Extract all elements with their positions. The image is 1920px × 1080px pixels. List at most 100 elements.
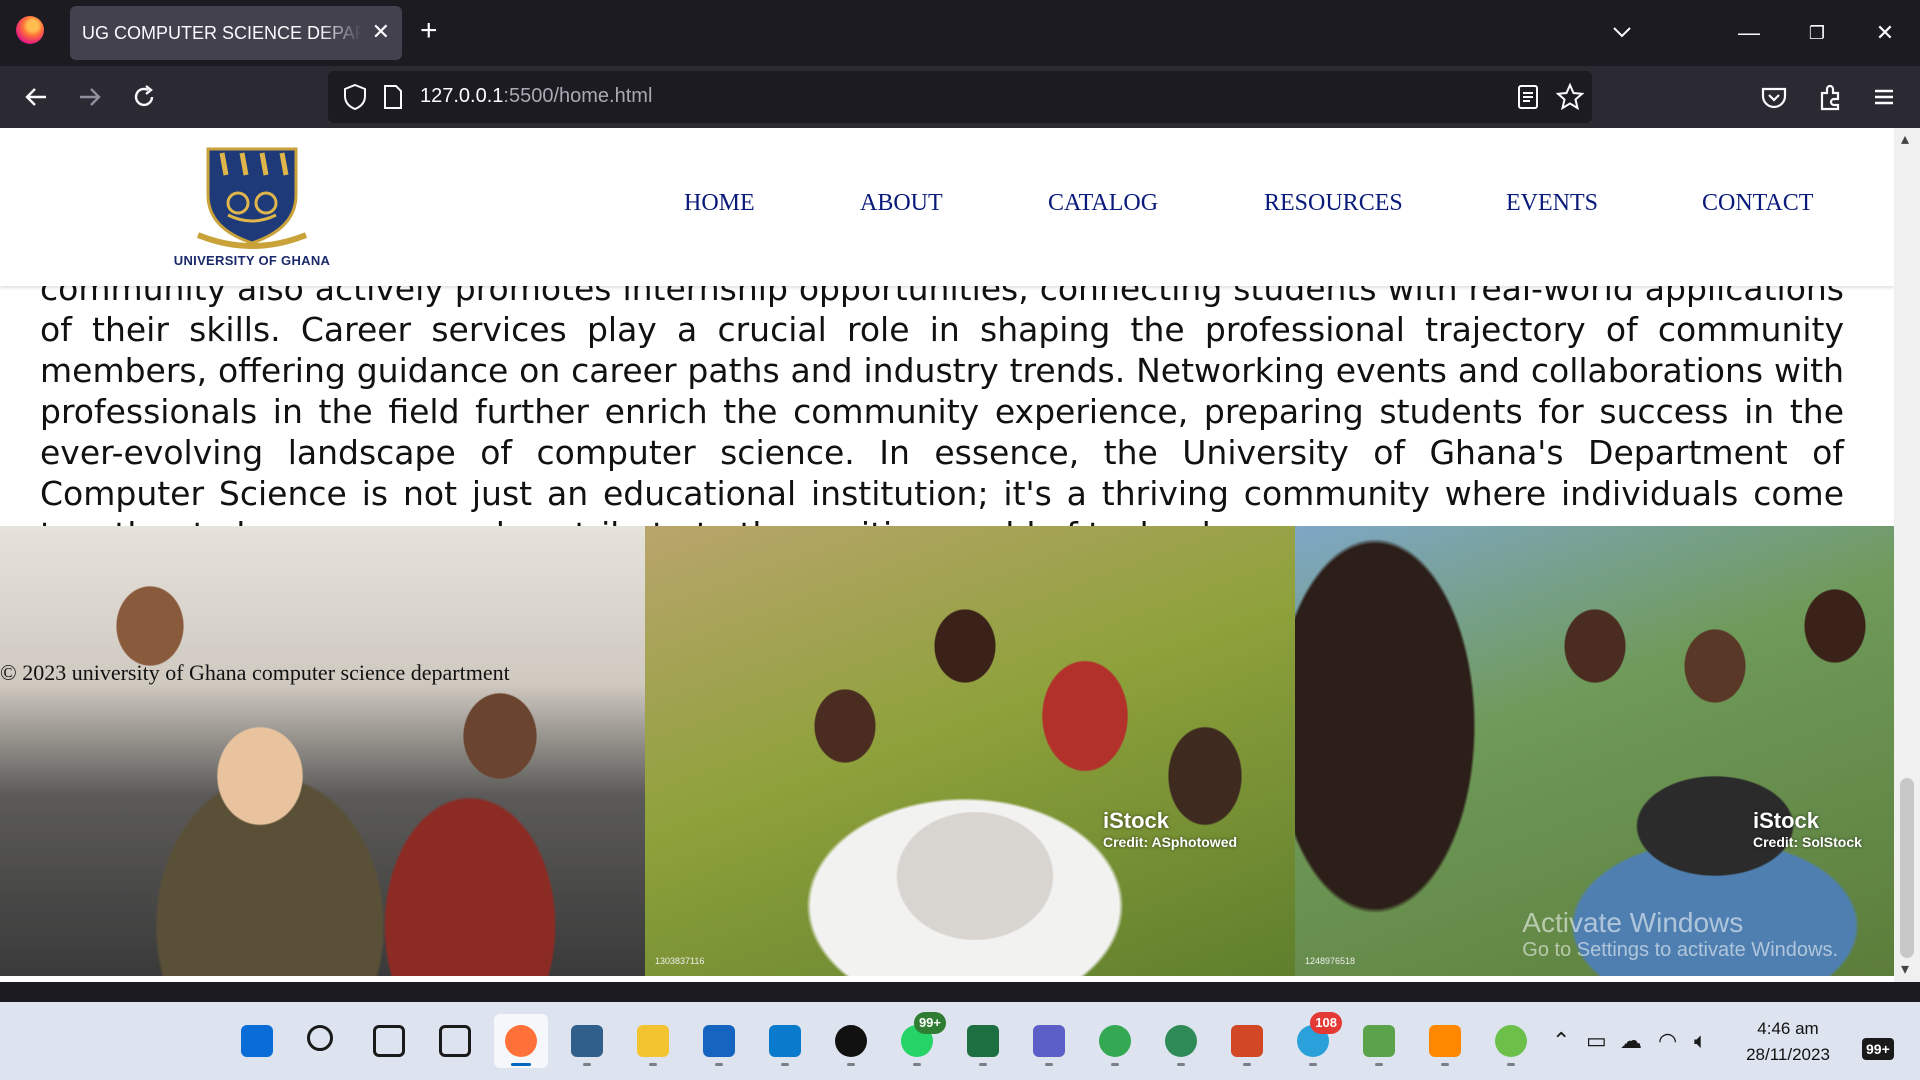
taskbar-notepad-button[interactable] bbox=[1352, 1014, 1406, 1068]
nav-resources[interactable]: RESOURCES bbox=[1264, 190, 1403, 217]
university-crest-icon bbox=[196, 147, 308, 249]
pocket-icon[interactable] bbox=[1758, 81, 1790, 113]
activate-subtitle: Go to Settings to activate Windows. bbox=[1522, 939, 1838, 961]
shield-icon[interactable] bbox=[342, 83, 368, 111]
android-app-icon bbox=[1495, 1025, 1527, 1057]
reload-icon[interactable] bbox=[128, 81, 160, 113]
university-logo[interactable]: UNIVERSITY OF GHANA bbox=[152, 145, 352, 270]
nav-contact[interactable]: CONTACT bbox=[1702, 190, 1813, 217]
taskbar-widgets-button[interactable] bbox=[428, 1014, 482, 1068]
vertical-scroll-thumb[interactable] bbox=[1900, 778, 1914, 958]
forward-arrow-icon[interactable] bbox=[74, 81, 106, 113]
close-window-button[interactable]: ✕ bbox=[1870, 18, 1900, 48]
article-paragraph: community also actively promotes interns… bbox=[40, 269, 1844, 554]
new-tab-button[interactable]: + bbox=[420, 16, 438, 46]
address-bar[interactable]: 127.0.0.1:5500/home.html bbox=[328, 71, 1592, 123]
watermark-brand: iStock bbox=[1103, 808, 1170, 833]
system-clock[interactable]: 4:46 am 28/11/2023 bbox=[1728, 1016, 1848, 1068]
taskbar-whatsapp-button[interactable]: 99+ bbox=[890, 1012, 946, 1068]
taskbar-powerpoint-button[interactable] bbox=[1220, 1014, 1274, 1068]
taskbar-firefox-button[interactable] bbox=[494, 1014, 548, 1068]
hamburger-menu-icon[interactable] bbox=[1868, 81, 1900, 113]
stock-id: 1248976518 bbox=[1305, 956, 1356, 966]
minimize-button[interactable]: — bbox=[1734, 18, 1764, 48]
speaker-icon[interactable]: 🔈︎ bbox=[1694, 1002, 1707, 1080]
logo-caption: UNIVERSITY OF GHANA bbox=[173, 253, 331, 268]
taskbar-store-button[interactable] bbox=[692, 1014, 746, 1068]
cloud-icon[interactable]: ☁ bbox=[1620, 1002, 1642, 1080]
file-explorer-icon bbox=[637, 1025, 669, 1057]
vertical-scrollbar[interactable]: ▴ ▾ bbox=[1894, 128, 1920, 982]
running-indicator bbox=[1243, 1063, 1251, 1066]
url-text[interactable]: 127.0.0.1:5500/home.html bbox=[420, 85, 652, 108]
site-header: UNIVERSITY OF GHANA HOME ABOUT CATALOG R… bbox=[0, 128, 1894, 286]
widgets-icon bbox=[439, 1025, 471, 1057]
browser-tab[interactable]: UG COMPUTER SCIENCE DEPARTMENT ✕ bbox=[70, 6, 402, 60]
taskbar-file-explorer-button[interactable] bbox=[626, 1014, 680, 1068]
watermark-credit: Credit: SolStock bbox=[1753, 834, 1862, 850]
running-indicator bbox=[1309, 1063, 1317, 1066]
activate-windows-watermark: Activate Windows Go to Settings to activ… bbox=[1522, 907, 1838, 962]
running-indicator bbox=[1045, 1063, 1053, 1066]
tab-close-icon[interactable]: ✕ bbox=[372, 19, 390, 45]
running-indicator bbox=[1111, 1063, 1119, 1066]
nav-about[interactable]: ABOUT bbox=[860, 190, 943, 217]
vscode-icon bbox=[769, 1025, 801, 1057]
scroll-down-icon[interactable]: ▾ bbox=[1901, 958, 1909, 982]
taskbar-search-button[interactable] bbox=[296, 1014, 350, 1068]
clock-time: 4:46 am bbox=[1757, 1019, 1819, 1038]
notification-badge: 99+ bbox=[1862, 1038, 1894, 1060]
students-classroom-photo bbox=[0, 526, 645, 976]
url-host: 127.0.0.1 bbox=[420, 85, 504, 107]
chevron-up-icon[interactable]: ⌃ bbox=[1552, 1002, 1570, 1080]
watermark-credit: Credit: ASphotowed bbox=[1103, 834, 1238, 850]
excel-icon bbox=[967, 1025, 999, 1057]
taskbar-chrome-button[interactable] bbox=[1088, 1014, 1142, 1068]
notification-center-icon[interactable]: 99+ bbox=[1856, 1024, 1900, 1060]
running-indicator bbox=[847, 1063, 855, 1066]
battery-icon[interactable]: ▭ bbox=[1586, 1002, 1607, 1080]
running-indicator bbox=[1507, 1063, 1515, 1066]
teams-icon bbox=[1033, 1025, 1065, 1057]
reader-view-icon[interactable] bbox=[1516, 84, 1540, 110]
taskbar-tiktok-button[interactable] bbox=[824, 1014, 878, 1068]
wifi-icon[interactable]: ◠ bbox=[1658, 1002, 1677, 1080]
chrome-icon bbox=[1099, 1025, 1131, 1057]
taskbar-telegram-button[interactable]: 108 bbox=[1286, 1012, 1342, 1068]
nav-events[interactable]: EVENTS bbox=[1506, 190, 1598, 217]
app-badge: 108 bbox=[1310, 1012, 1342, 1034]
extensions-icon[interactable] bbox=[1814, 81, 1846, 113]
task-view-icon bbox=[373, 1025, 405, 1057]
star-bookmark-icon[interactable] bbox=[1556, 83, 1584, 111]
stock-id: 1303837116 bbox=[655, 956, 705, 966]
vlc-icon bbox=[1429, 1025, 1461, 1057]
photos-icon bbox=[571, 1025, 603, 1057]
search-icon bbox=[307, 1025, 333, 1051]
taskbar-vscode-button[interactable] bbox=[758, 1014, 812, 1068]
start-icon bbox=[241, 1025, 273, 1057]
running-indicator bbox=[781, 1063, 789, 1066]
watermark-brand: iStock bbox=[1753, 808, 1820, 833]
taskbar-start-button[interactable] bbox=[230, 1014, 284, 1068]
page-viewport[interactable]: UNIVERSITY OF GHANA HOME ABOUT CATALOG R… bbox=[0, 128, 1920, 982]
taskbar-photos-button[interactable] bbox=[560, 1014, 614, 1068]
taskbar-task-view-button[interactable] bbox=[362, 1014, 416, 1068]
chevron-down-icon[interactable] bbox=[1610, 20, 1634, 44]
tab-title: UG COMPUTER SCIENCE DEPARTMENT bbox=[82, 23, 362, 43]
taskbar-edge-globe-button[interactable] bbox=[1154, 1014, 1208, 1068]
nav-catalog[interactable]: CATALOG bbox=[1048, 190, 1158, 217]
edge-globe-icon bbox=[1165, 1025, 1197, 1057]
taskbar-android-app-button[interactable] bbox=[1484, 1014, 1538, 1068]
photo-gallery: iStock Credit: ASphotowed 1303837116 iSt… bbox=[0, 526, 1894, 976]
firefox-logo-icon bbox=[16, 16, 44, 44]
restore-button[interactable]: ❐ bbox=[1802, 18, 1832, 48]
windows-taskbar: 99+ 108 ⌃ ▭ ☁ ◠ 🔈︎ 4:46 am 28/11/2023 99+ bbox=[0, 1002, 1920, 1080]
page-icon bbox=[384, 85, 402, 109]
nav-home[interactable]: HOME bbox=[684, 190, 755, 217]
back-arrow-icon[interactable] bbox=[20, 81, 52, 113]
notepad-icon bbox=[1363, 1025, 1395, 1057]
taskbar-vlc-button[interactable] bbox=[1418, 1014, 1472, 1068]
taskbar-teams-button[interactable] bbox=[1022, 1014, 1076, 1068]
taskbar-excel-button[interactable] bbox=[956, 1014, 1010, 1068]
scroll-up-icon[interactable]: ▴ bbox=[1901, 128, 1909, 152]
